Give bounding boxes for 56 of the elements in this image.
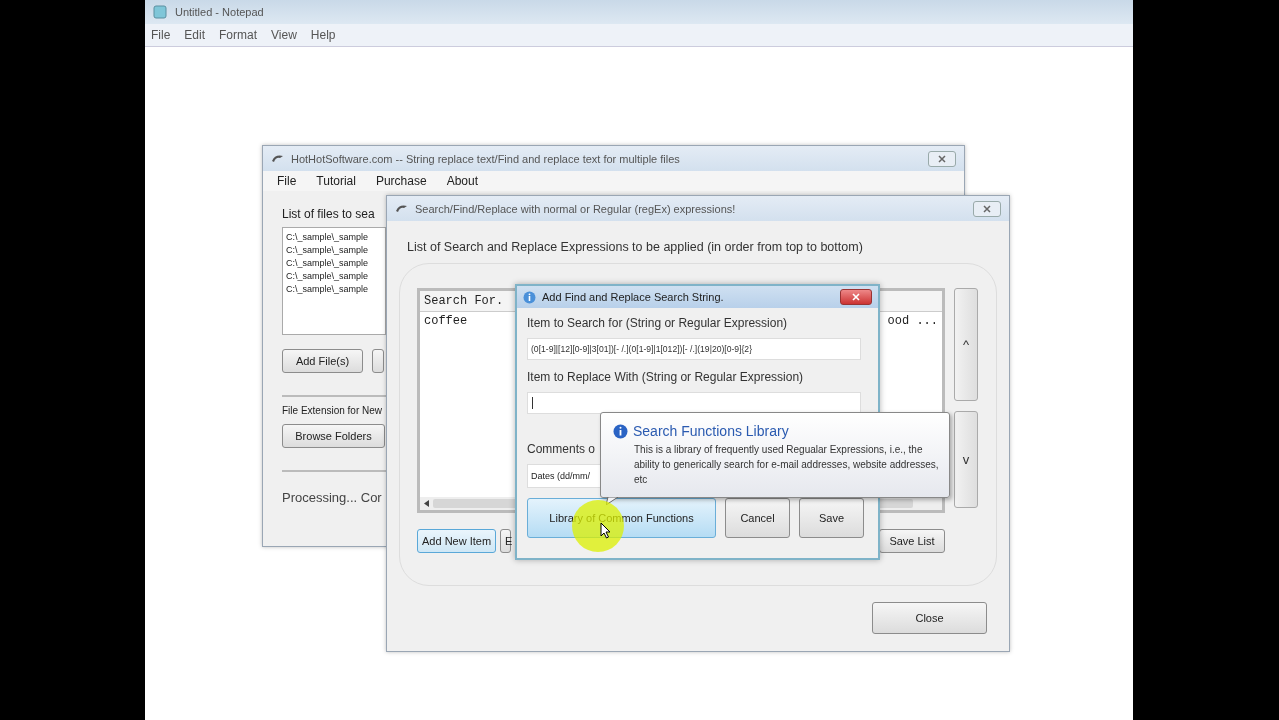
partial-button[interactable]: E: [500, 529, 512, 553]
close-icon: [852, 293, 860, 301]
close-button[interactable]: Close: [872, 602, 987, 634]
files-label: List of files to sea: [282, 207, 375, 221]
close-button[interactable]: [973, 200, 1001, 217]
pointer-icon: [600, 522, 611, 539]
save-list-button[interactable]: Save List: [879, 529, 945, 553]
list-label: List of Search and Replace Expressions to be applied (in order from top to bottom): [407, 240, 863, 254]
file-path[interactable]: C:\_sample\_sample: [286, 257, 382, 270]
cancel-button[interactable]: Cancel: [725, 498, 790, 538]
menu-item[interactable]: Purchase: [375, 174, 427, 188]
add-new-item-button[interactable]: Add New Item: [417, 529, 497, 553]
tooltip-title: Search Functions Library: [633, 423, 789, 439]
menu-item[interactable]: Edit: [184, 28, 206, 42]
search-label: Item to Search for (String or Regular Expression): [527, 316, 788, 330]
browse-folders-button[interactable]: Browse Folders: [282, 424, 385, 448]
menu-item[interactable]: Help: [310, 28, 336, 42]
window-title: HotHotSoftware.com -- String replace text/Find and replace text for multiple files: [291, 152, 681, 165]
info-icon: [523, 290, 536, 304]
menu-item[interactable]: File: [277, 174, 297, 188]
close-icon: [983, 204, 991, 213]
close-icon: [938, 154, 946, 163]
scroll-left-icon: [424, 500, 429, 507]
menu-item[interactable]: About: [446, 174, 478, 188]
extension-label: File Extension for New: [282, 405, 383, 416]
file-path[interactable]: C:\_sample\_sample: [286, 283, 382, 296]
close-button[interactable]: [928, 150, 956, 167]
tooltip-text: This is a library of frequently used Regualar Expressions, i.e., the ability to generically search for e-mail addresses, website addresses, etc: [634, 443, 939, 487]
menu-item[interactable]: File: [151, 28, 171, 42]
window-title: Untitled - Notepad: [175, 6, 264, 18]
move-down-button[interactable]: v: [954, 411, 978, 508]
search-field[interactable]: (0[1-9]|[12][0-9]|3[01])[- /.](0[1-9]|1[012])[- /.](19|20)[0-9]{2}: [527, 338, 861, 360]
menu-item[interactable]: View: [271, 28, 297, 42]
partial-button[interactable]: [372, 349, 384, 373]
status-text: Processing... Cor: [282, 490, 382, 505]
info-icon: [613, 423, 628, 439]
table-cell: coffee: [424, 314, 468, 328]
menu-item[interactable]: Format: [219, 28, 258, 42]
window-title: Search/Find/Replace with normal or Regular (regEx) expressions!: [415, 202, 737, 215]
field-value: Dates (dd/mm/: [531, 471, 590, 481]
column-header[interactable]: Search For.: [424, 294, 504, 308]
file-path[interactable]: C:\_sample\_sample: [286, 244, 382, 257]
move-up-button[interactable]: ^: [954, 288, 978, 401]
close-button[interactable]: [840, 289, 872, 305]
add-files-button[interactable]: Add File(s): [282, 349, 363, 373]
comments-label: Comments o: [527, 442, 596, 456]
file-path[interactable]: C:\_sample\_sample: [286, 270, 382, 283]
table-cell: ood ...: [887, 314, 938, 328]
replace-field[interactable]: [527, 392, 861, 414]
replace-label: Item to Replace With (String or Regular Expression): [527, 370, 804, 384]
notepad-icon: [153, 5, 167, 19]
file-path[interactable]: C:\_sample\_sample: [286, 231, 382, 244]
menu-item[interactable]: Tutorial: [316, 174, 356, 188]
files-list[interactable]: C:\_sample\_sample C:\_sample\_sample C:\_sample\_sample C:\_sample\_sample C:\_sample\_sample: [282, 227, 386, 335]
save-button[interactable]: Save: [799, 498, 864, 538]
dialog-title: Add Find and Replace Search String.: [542, 291, 725, 303]
